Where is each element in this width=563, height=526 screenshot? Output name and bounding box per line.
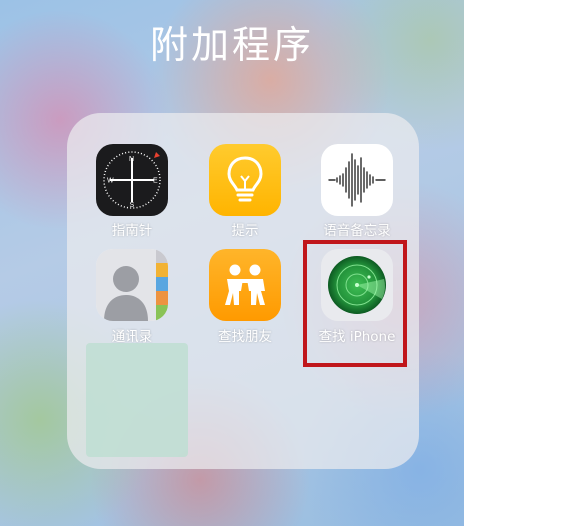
friends-icon	[225, 264, 265, 305]
compass-icon: N S W E	[103, 151, 161, 209]
voice-memos-app[interactable]	[321, 144, 393, 216]
app-label-contacts: 通讯录	[111, 329, 153, 345]
app-label-find-friends: 查找朋友	[218, 329, 272, 345]
app-label-tips: 提示	[231, 223, 259, 239]
tips-app[interactable]	[209, 144, 281, 216]
home-screen-background: 附加程序 N S W E 指南针 提示 语音备忘录 通讯录 查找朋友 查找 iP…	[0, 0, 464, 526]
folder-page-placeholder	[86, 343, 188, 457]
contacts-app[interactable]	[96, 249, 168, 321]
svg-text:S: S	[130, 202, 135, 209]
svg-text:W: W	[107, 178, 114, 185]
waveform-icon	[328, 153, 386, 207]
highlight-box	[303, 240, 407, 367]
find-friends-app[interactable]	[209, 249, 281, 321]
folder-title: 附加程序	[149, 23, 314, 67]
compass-app[interactable]: N S W E	[96, 144, 168, 216]
app-label-voice-memos: 语音备忘录	[323, 223, 391, 239]
app-label-compass: 指南针	[111, 223, 153, 239]
svg-text:N: N	[129, 156, 134, 163]
contacts-icon	[96, 249, 168, 321]
svg-text:E: E	[153, 178, 158, 185]
lightbulb-icon	[227, 156, 263, 202]
